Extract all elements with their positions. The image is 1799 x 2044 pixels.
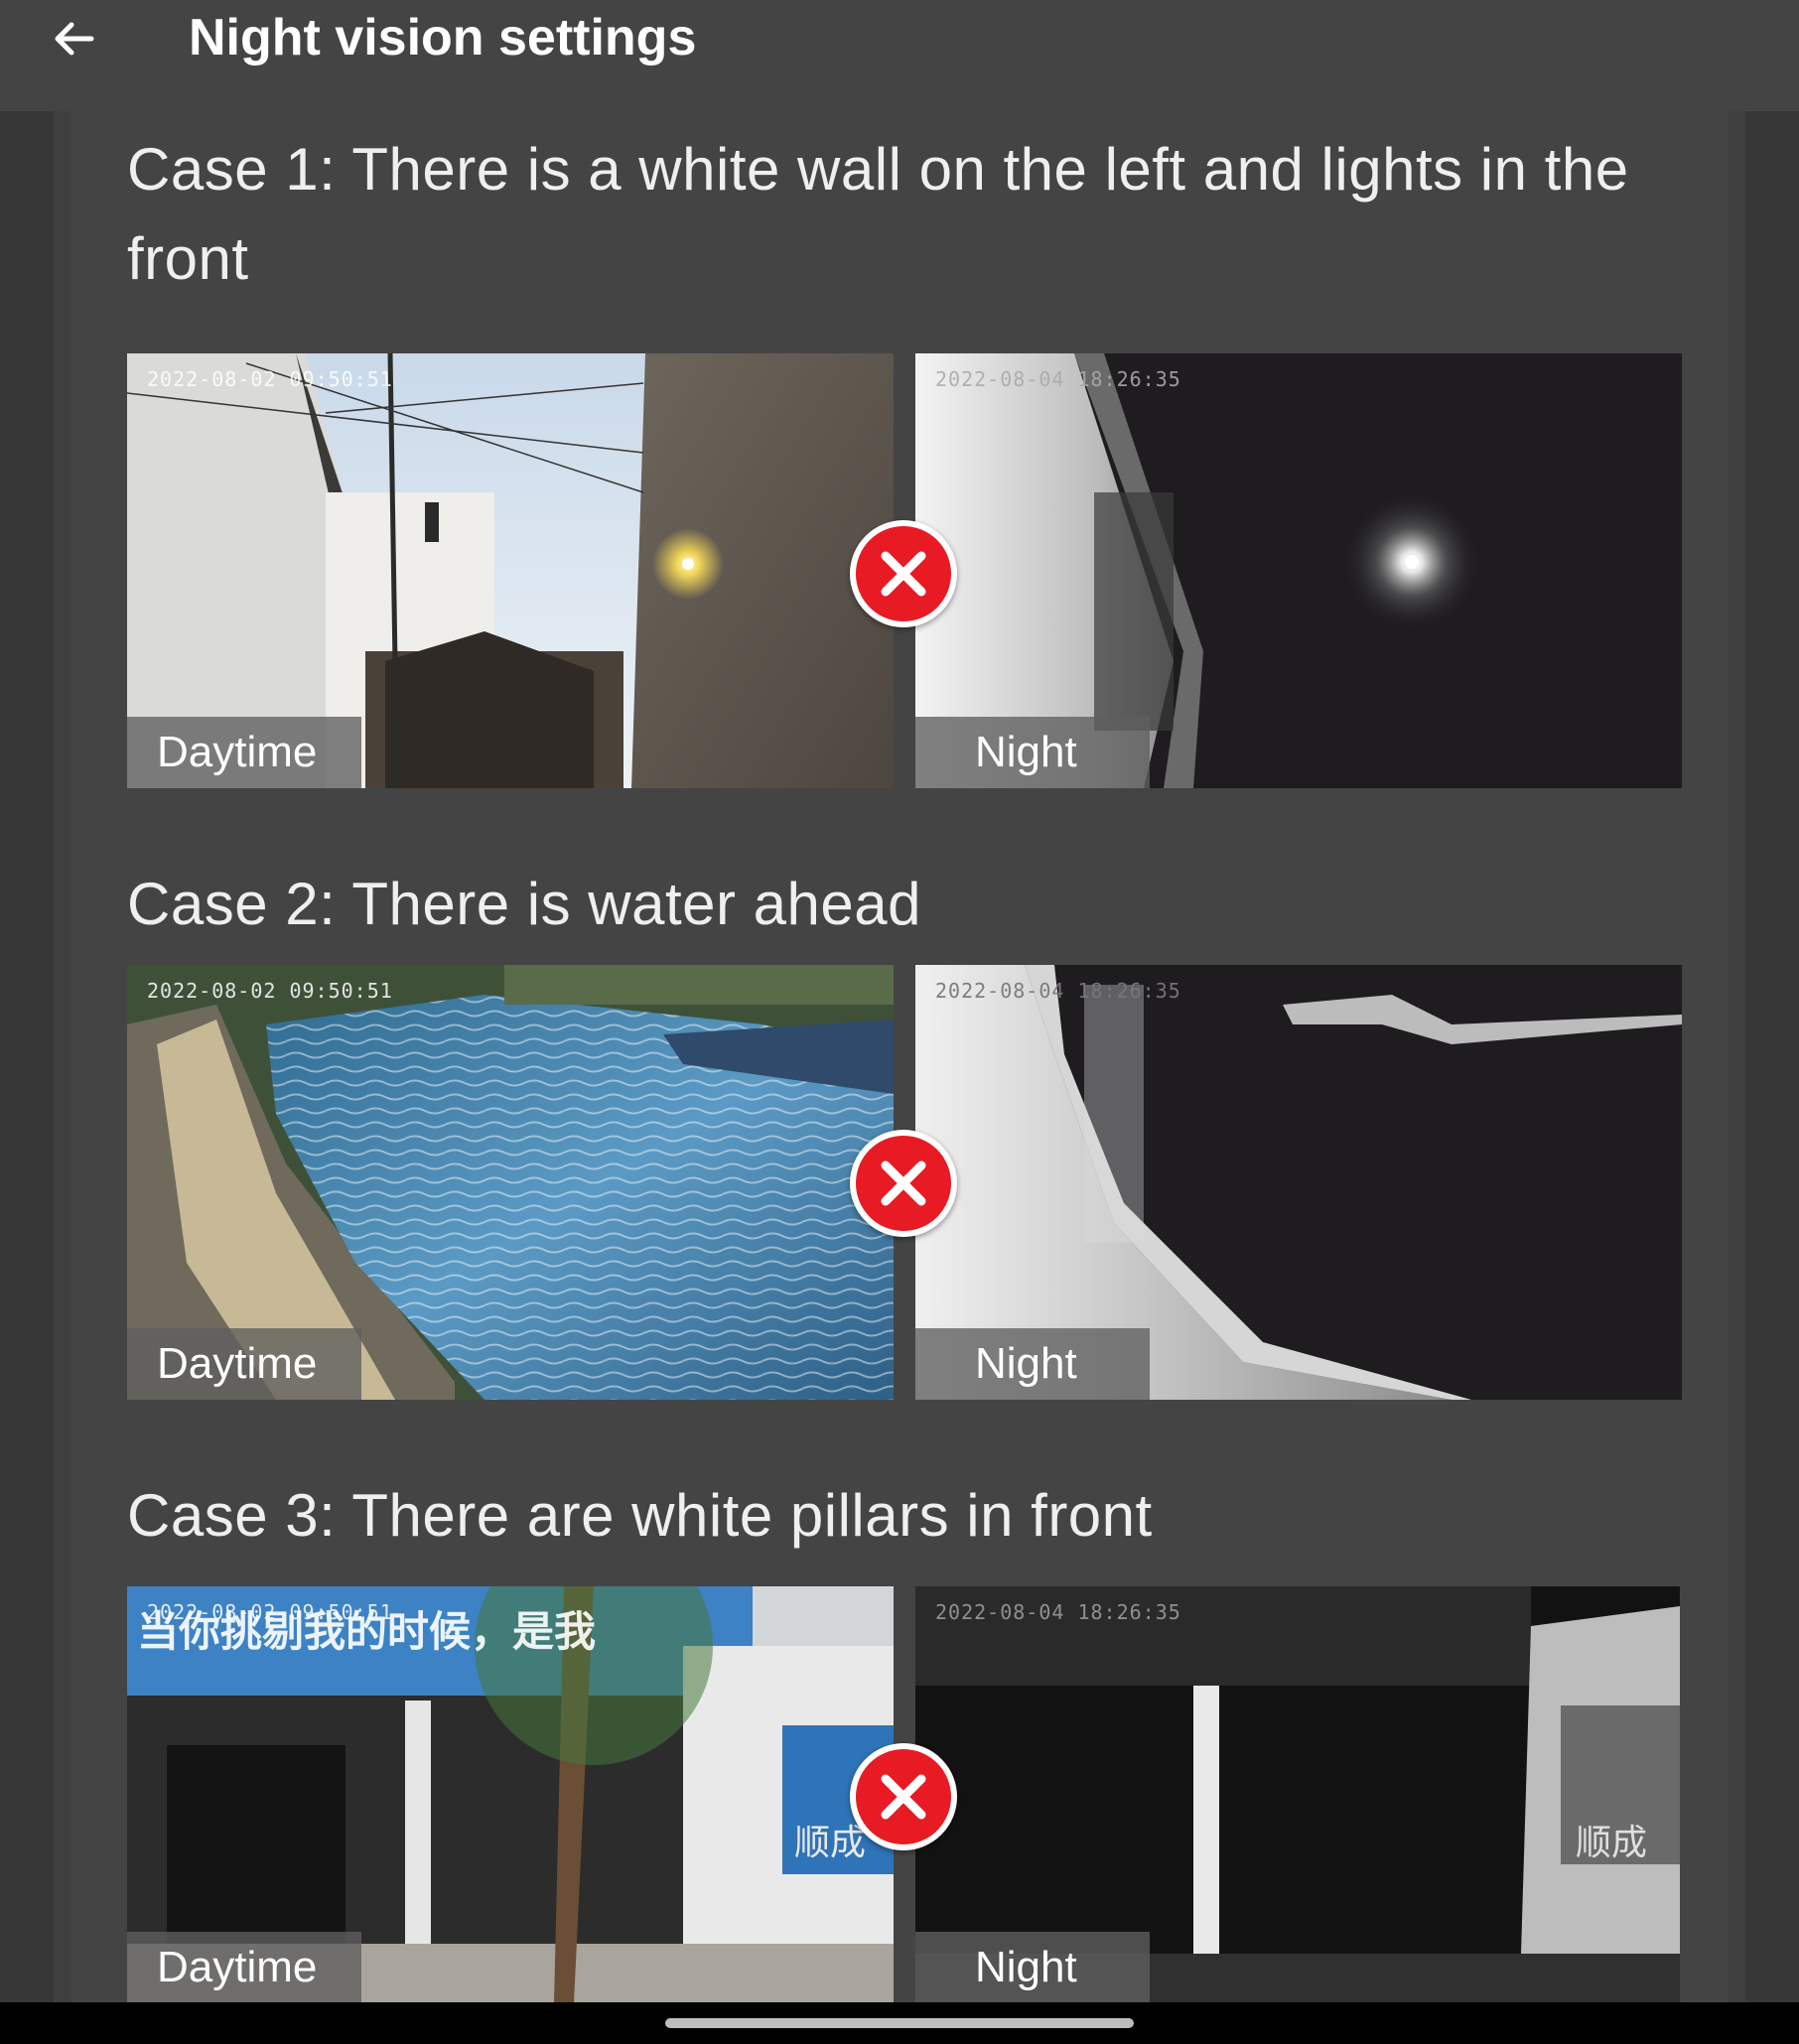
case-2-night-photo: 2022-08-04 18:26:35 Night bbox=[915, 965, 1682, 1400]
timestamp: 2022-08-02 09:50:51 bbox=[147, 367, 393, 391]
case-1-daytime-photo: 2022-08-02 09:50:51 Daytime bbox=[127, 353, 894, 788]
daytime-label: Daytime bbox=[127, 1932, 361, 2002]
case-1-comparison: 2022-08-02 09:50:51 Daytime 2022-08-04 1… bbox=[127, 353, 1682, 788]
timestamp: 2022-08-02 09:50:51 bbox=[147, 1600, 393, 1624]
home-gesture-handle[interactable] bbox=[665, 2018, 1134, 2028]
case-2-comparison: 2022-08-02 09:50:51 Daytime 2022-08-04 1… bbox=[127, 965, 1682, 1400]
timestamp: 2022-08-04 18:26:35 bbox=[935, 1600, 1181, 1624]
daytime-label: Daytime bbox=[127, 717, 361, 788]
case-2-title: Case 2: There is water ahead bbox=[127, 871, 922, 937]
red-x-icon bbox=[850, 520, 957, 627]
case-3-night-photo: 顺成 2022-08-04 18:26:35 Night bbox=[915, 1586, 1680, 2002]
night-label: Night bbox=[915, 1932, 1150, 2002]
red-x-icon bbox=[850, 1130, 957, 1237]
system-nav-bar bbox=[0, 2002, 1799, 2044]
timestamp: 2022-08-04 18:26:35 bbox=[935, 367, 1181, 391]
night-label: Night bbox=[915, 1328, 1150, 1400]
case-1-night-photo: 2022-08-04 18:26:35 Night bbox=[915, 353, 1682, 788]
timestamp: 2022-08-02 09:50:51 bbox=[147, 979, 393, 1003]
app-bar: Night vision settings bbox=[0, 0, 1799, 111]
back-button[interactable] bbox=[44, 12, 103, 66]
red-x-icon bbox=[850, 1743, 957, 1850]
left-gutter bbox=[0, 111, 71, 2002]
arrow-left-icon bbox=[55, 22, 94, 56]
sign-text: 顺成 bbox=[794, 1823, 866, 1863]
case-3-daytime-photo: 当你挑剔我的时候，是我 顺成 2022-08-02 09:50:51 Dayti… bbox=[127, 1586, 894, 2002]
timestamp: 2022-08-04 18:26:35 bbox=[935, 979, 1181, 1003]
scroll-content[interactable]: Case 1: There is a white wall on the lef… bbox=[71, 111, 1728, 2002]
night-label: Night bbox=[915, 717, 1150, 788]
sign-text: 顺成 bbox=[1576, 1823, 1647, 1863]
daytime-label: Daytime bbox=[127, 1328, 361, 1400]
right-gutter bbox=[1728, 111, 1799, 2002]
page-title: Night vision settings bbox=[189, 9, 697, 67]
case-1-title: Case 1: There is a white wall on the lef… bbox=[127, 136, 1629, 292]
case-3-comparison: 当你挑剔我的时候，是我 顺成 2022-08-02 09:50:51 Dayti… bbox=[127, 1586, 1682, 2002]
case-3-title: Case 3: There are white pillars in front bbox=[127, 1482, 1153, 1549]
case-2-daytime-photo: 2022-08-02 09:50:51 Daytime bbox=[127, 965, 894, 1400]
